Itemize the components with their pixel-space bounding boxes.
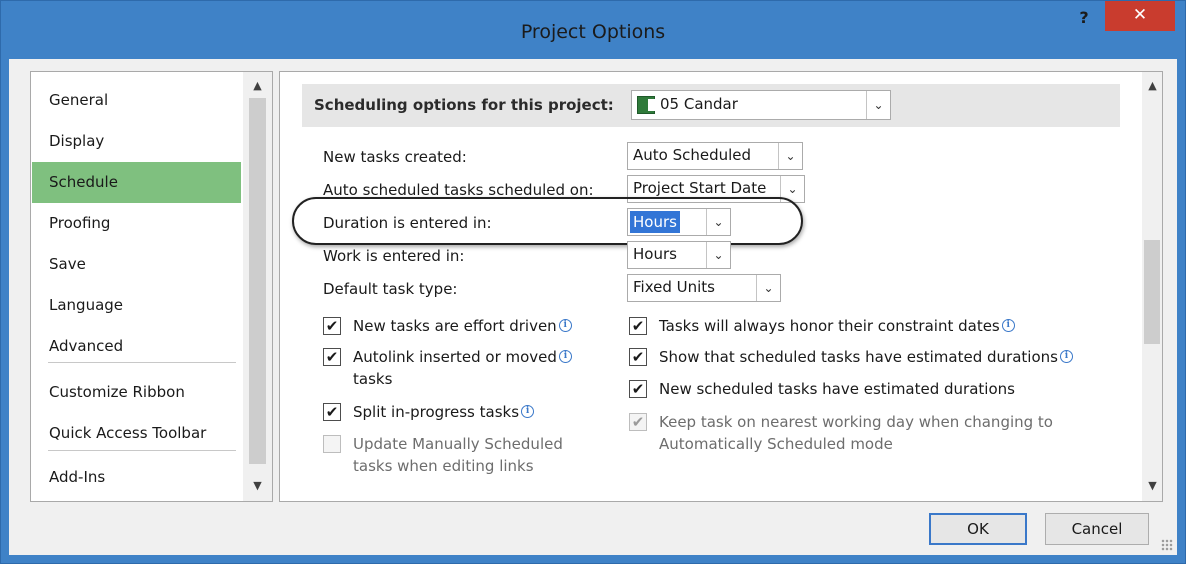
nav-item-display[interactable]: Display bbox=[32, 121, 241, 162]
chevron-down-icon[interactable]: ⌄ bbox=[756, 275, 780, 301]
effort-driven-checkbox[interactable]: ✔ bbox=[323, 317, 341, 335]
keep-working-day-checkbox[interactable]: ✔ bbox=[629, 413, 647, 431]
cancel-button[interactable]: Cancel bbox=[1045, 513, 1149, 545]
info-icon[interactable]: i bbox=[1059, 350, 1073, 363]
content-scrollbar[interactable]: ▲ ▼ bbox=[1142, 72, 1162, 501]
duration-value: Hours bbox=[630, 211, 680, 233]
new-estimated-label: New scheduled tasks have estimated durat… bbox=[659, 380, 1015, 398]
show-estimated-checkbox[interactable]: ✔ bbox=[629, 348, 647, 366]
split-tasks-checkbox[interactable]: ✔ bbox=[323, 403, 341, 421]
section-label: Scheduling options for this project: bbox=[314, 96, 614, 114]
info-icon[interactable]: i bbox=[558, 319, 572, 332]
nav-separator bbox=[48, 362, 236, 363]
info-icon[interactable]: i bbox=[1001, 319, 1015, 332]
nav-item-customize-ribbon[interactable]: Customize Ribbon bbox=[32, 372, 241, 413]
dialog-client-area: General Display Schedule Proofing Save L… bbox=[9, 59, 1177, 555]
nav-scrollbar[interactable]: ▲ ▼ bbox=[243, 72, 272, 501]
project-select[interactable]: 05 Candar ⌄ bbox=[631, 90, 891, 120]
options-nav-list: General Display Schedule Proofing Save L… bbox=[30, 71, 273, 502]
nav-scroll-thumb[interactable] bbox=[249, 98, 266, 464]
work-label: Work is entered in: bbox=[323, 247, 465, 265]
nav-item-schedule[interactable]: Schedule bbox=[32, 162, 241, 203]
schedule-options-panel: Scheduling options for this project: 05 … bbox=[279, 71, 1163, 502]
task-type-select[interactable]: Fixed Units ⌄ bbox=[627, 274, 781, 302]
info-icon[interactable]: i bbox=[521, 405, 535, 418]
chevron-down-icon[interactable]: ⌄ bbox=[706, 209, 730, 235]
autolink-label: Autolink inserted or moved bbox=[353, 348, 557, 366]
update-manual-option[interactable]: Update Manually Scheduled tasks when edit… bbox=[323, 433, 623, 481]
ok-button[interactable]: OK bbox=[929, 513, 1027, 545]
nav-separator bbox=[48, 450, 236, 451]
split-tasks-label: Split in-progress tasks bbox=[353, 403, 520, 421]
show-estimated-label: Show that scheduled tasks have estimated… bbox=[659, 348, 1058, 366]
content-scroll-thumb[interactable] bbox=[1144, 240, 1160, 344]
nav-item-save[interactable]: Save bbox=[32, 244, 241, 285]
work-value: Hours bbox=[633, 245, 677, 263]
keep-working-day-option[interactable]: ✔ Keep task on nearest working day when … bbox=[629, 411, 1109, 459]
new-tasks-label: New tasks created: bbox=[323, 148, 467, 166]
autolink-checkbox[interactable]: ✔ bbox=[323, 348, 341, 366]
scroll-up-icon[interactable]: ▲ bbox=[243, 74, 272, 98]
duration-label: Duration is entered in: bbox=[323, 214, 492, 232]
project-options-window: Project Options ? ✕ General Display Sche… bbox=[0, 0, 1186, 564]
update-manual-label-line2: tasks when editing links bbox=[353, 457, 534, 475]
close-button[interactable]: ✕ bbox=[1105, 1, 1175, 31]
project-file-icon bbox=[637, 96, 655, 114]
task-type-label: Default task type: bbox=[323, 280, 458, 298]
nav-item-add-ins[interactable]: Add-Ins bbox=[32, 457, 241, 498]
update-manual-checkbox[interactable] bbox=[323, 435, 341, 453]
section-header: Scheduling options for this project: 05 … bbox=[302, 84, 1120, 127]
work-select[interactable]: Hours ⌄ bbox=[627, 241, 731, 269]
nav-item-advanced[interactable]: Advanced bbox=[32, 326, 241, 367]
chevron-down-icon[interactable]: ⌄ bbox=[866, 91, 890, 119]
scroll-down-icon[interactable]: ▼ bbox=[1138, 474, 1167, 498]
keep-working-day-label: Keep task on nearest working day when ch… bbox=[659, 413, 1053, 431]
resize-grip-icon[interactable] bbox=[1161, 539, 1173, 551]
honor-constraints-option[interactable]: ✔ Tasks will always honor their constrai… bbox=[629, 315, 1109, 339]
project-select-value: 05 Candar bbox=[660, 95, 738, 113]
scroll-up-icon[interactable]: ▲ bbox=[1138, 74, 1167, 98]
help-button[interactable]: ? bbox=[1069, 3, 1099, 33]
new-estimated-option[interactable]: ✔ New scheduled tasks have estimated dur… bbox=[629, 378, 1109, 402]
scroll-down-icon[interactable]: ▼ bbox=[243, 474, 272, 498]
nav-item-proofing[interactable]: Proofing bbox=[32, 203, 241, 244]
new-tasks-value: Auto Scheduled bbox=[633, 146, 752, 164]
nav-item-general[interactable]: General bbox=[32, 80, 241, 121]
honor-constraints-label: Tasks will always honor their constraint… bbox=[659, 317, 1000, 335]
duration-select[interactable]: Hours ⌄ bbox=[627, 208, 731, 236]
autolink-option[interactable]: ✔ Autolink inserted or moved i tasks bbox=[323, 346, 623, 394]
split-tasks-option[interactable]: ✔ Split in-progress tasks i bbox=[323, 401, 623, 425]
auto-scheduled-value: Project Start Date bbox=[633, 179, 767, 197]
info-icon[interactable]: i bbox=[558, 350, 572, 363]
update-manual-label: Update Manually Scheduled bbox=[353, 435, 563, 453]
honor-constraints-checkbox[interactable]: ✔ bbox=[629, 317, 647, 335]
autolink-label-line2: tasks bbox=[353, 370, 393, 388]
chevron-down-icon[interactable]: ⌄ bbox=[706, 242, 730, 268]
keep-working-day-label-line2: Automatically Scheduled mode bbox=[659, 435, 893, 453]
new-tasks-select[interactable]: Auto Scheduled ⌄ bbox=[627, 142, 803, 170]
new-estimated-checkbox[interactable]: ✔ bbox=[629, 380, 647, 398]
nav-item-language[interactable]: Language bbox=[32, 285, 241, 326]
title-bar[interactable]: Project Options ? ✕ bbox=[1, 1, 1185, 59]
chevron-down-icon[interactable]: ⌄ bbox=[778, 143, 802, 169]
task-type-value: Fixed Units bbox=[633, 278, 715, 296]
effort-driven-label: New tasks are effort driven bbox=[353, 317, 557, 335]
close-icon: ✕ bbox=[1132, 5, 1148, 25]
effort-driven-option[interactable]: ✔ New tasks are effort driven i bbox=[323, 315, 623, 339]
window-title: Project Options bbox=[520, 21, 666, 43]
show-estimated-option[interactable]: ✔ Show that scheduled tasks have estimat… bbox=[629, 346, 1129, 370]
nav-item-quick-access-toolbar[interactable]: Quick Access Toolbar bbox=[32, 413, 241, 454]
